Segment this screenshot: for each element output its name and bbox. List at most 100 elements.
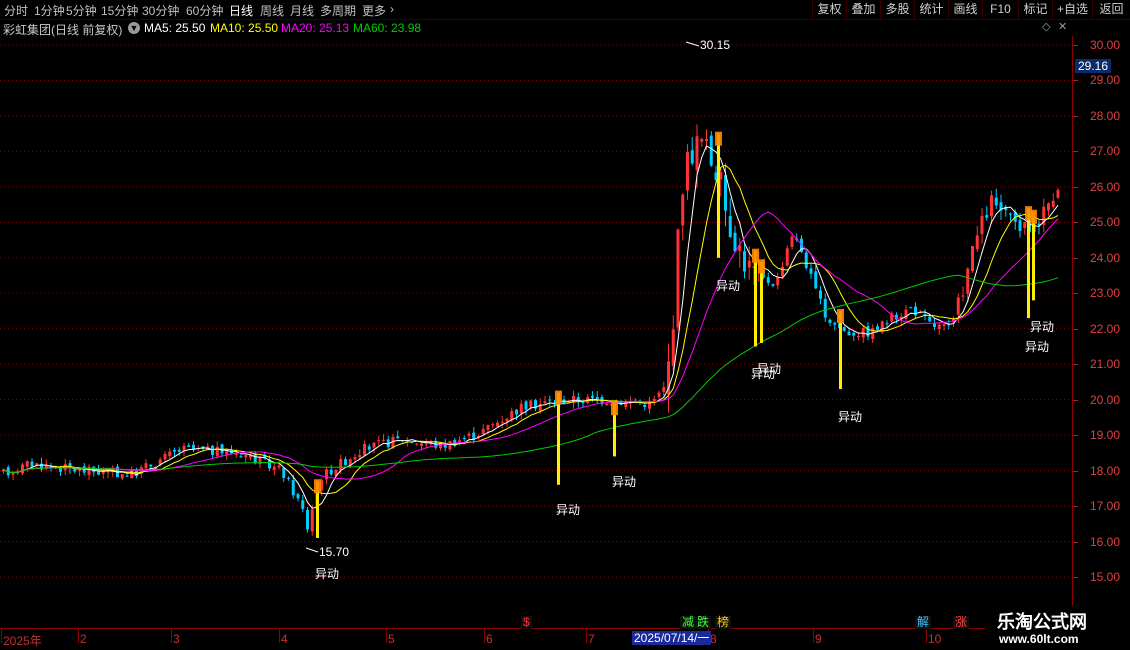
period-toolbar: 分时 1分钟 5分钟 15分钟 30分钟 60分钟 日线 周线 月线 多周期 更…: [0, 0, 1130, 20]
cursor-date-label: 2025/07/14/一: [632, 631, 712, 645]
period-tab-1min[interactable]: 1分钟: [34, 2, 65, 19]
price-tick-mark: [1073, 151, 1078, 153]
candle-body: [420, 443, 423, 446]
add-watchlist-button[interactable]: +自选: [1052, 0, 1092, 19]
candle-body: [472, 432, 476, 439]
mark-button[interactable]: 标记: [1018, 0, 1052, 19]
candle-body: [244, 455, 248, 458]
candle-body: [1056, 190, 1060, 198]
date-tick-label: 6: [486, 632, 493, 646]
candle-body: [424, 443, 428, 445]
candle-body: [491, 424, 495, 426]
signal-highlight: [758, 259, 765, 274]
kline-chart-canvas: 异动异动异动异动异动异动异动异动异动 30.15 15.70: [0, 38, 1072, 581]
price-tick-label: 26.00: [1090, 179, 1121, 194]
period-tab-multi[interactable]: 多周期: [320, 2, 356, 19]
candle-body: [505, 418, 509, 422]
watermark-title: 乐淘公式网: [997, 612, 1087, 633]
candle-body: [377, 440, 381, 442]
low-pointer: [305, 547, 319, 553]
candle-body: [961, 295, 965, 297]
period-tab-more[interactable]: 更多: [362, 2, 386, 19]
chevron-down-icon[interactable]: ▼: [128, 22, 140, 34]
candle-body: [847, 331, 851, 336]
period-tab-intraday[interactable]: 分时: [4, 2, 28, 19]
period-tab-weekly[interactable]: 周线: [260, 2, 284, 19]
back-button[interactable]: 返回: [1092, 0, 1130, 19]
price-tick-label: 21.00: [1090, 357, 1121, 372]
candle-body: [358, 455, 362, 458]
candle-body: [1023, 222, 1027, 229]
adjust-button[interactable]: 复权: [812, 0, 846, 19]
signal-label: 异动: [315, 567, 339, 581]
ma60-value: MA60: 23.98: [353, 21, 422, 35]
candle-body: [747, 260, 751, 268]
candle-body: [776, 276, 780, 286]
candle-body: [990, 195, 993, 217]
period-tab-monthly[interactable]: 月线: [290, 2, 314, 19]
period-tab-daily[interactable]: 日线: [229, 2, 253, 19]
price-tick-label: 30.00: [1090, 38, 1121, 52]
candle-body: [595, 397, 599, 400]
multi-stock-button[interactable]: 多股: [880, 0, 914, 19]
candle-body: [496, 422, 499, 427]
period-tab-30min[interactable]: 30分钟: [142, 2, 179, 19]
ma20-value: MA20: 25.13: [281, 21, 350, 35]
candle-body: [842, 327, 846, 331]
period-tab-15min[interactable]: 15分钟: [101, 2, 138, 19]
candle-body: [937, 324, 941, 329]
candle-body: [705, 139, 708, 141]
f10-button[interactable]: F10: [982, 0, 1018, 19]
price-tick-mark: [1073, 115, 1078, 117]
date-tick-label: 5: [388, 632, 395, 646]
date-tick-mark: [586, 629, 587, 643]
site-watermark: 乐淘公式网 www.60lt.com: [985, 606, 1130, 650]
candle-body: [671, 329, 675, 366]
candle-body: [291, 480, 295, 496]
candle-body: [766, 277, 770, 283]
overlay-button[interactable]: 叠加: [846, 0, 880, 19]
close-icon[interactable]: ✕: [1058, 20, 1067, 33]
event-tag[interactable]: 减: [680, 616, 697, 629]
price-tick-mark: [1073, 80, 1078, 82]
signal-highlight: [555, 390, 562, 405]
candle-body: [344, 459, 347, 466]
event-tag[interactable]: 解: [915, 616, 932, 629]
candle-body: [956, 297, 960, 315]
candle-body: [519, 403, 523, 414]
price-tick-label: 16.00: [1090, 534, 1121, 549]
more-arrow-icon[interactable]: ›: [390, 2, 394, 16]
candle-body: [448, 440, 452, 450]
candle-body: [149, 464, 153, 467]
price-tick-mark: [1073, 222, 1078, 224]
period-tab-60min[interactable]: 60分钟: [186, 2, 223, 19]
moving-average-lines: [3, 145, 1059, 509]
event-tag[interactable]: 跌: [695, 616, 712, 629]
event-tag[interactable]: 榜: [715, 616, 732, 629]
high-price-label: 30.15: [700, 38, 730, 52]
price-tick-mark: [1073, 541, 1078, 543]
diamond-icon[interactable]: ◇: [1042, 20, 1050, 33]
candle-body: [662, 387, 666, 392]
candle-body: [942, 324, 946, 327]
candle-body: [733, 232, 737, 252]
candle-body: [529, 400, 533, 408]
price-tick-label: 24.00: [1090, 250, 1121, 265]
event-tag[interactable]: $: [521, 616, 532, 629]
period-tab-5min[interactable]: 5分钟: [66, 2, 97, 19]
kline-chart[interactable]: 异动 异动 异动 异动 异动 异动 异动 异动 异动 30.15 15.70: [0, 36, 1072, 628]
candle-body: [1009, 213, 1012, 215]
event-tag[interactable]: 涨: [953, 616, 970, 629]
candle-body: [372, 442, 376, 448]
draw-line-button[interactable]: 画线: [948, 0, 982, 19]
candle-body: [743, 251, 746, 272]
signal-label: 异动: [556, 503, 580, 517]
candle-body: [591, 395, 594, 398]
signal-highlight: [837, 309, 844, 323]
date-axis: 2025年 2 3 4 5 6 7 8 9 10 2025/07/14/一 $ 减跌榜解涨: [0, 616, 1072, 650]
statistics-button[interactable]: 统计: [914, 0, 948, 19]
signal-highlight: [314, 479, 321, 494]
candle-body: [25, 461, 29, 467]
date-tick-mark: [1, 629, 2, 643]
date-tick-mark: [813, 629, 814, 643]
